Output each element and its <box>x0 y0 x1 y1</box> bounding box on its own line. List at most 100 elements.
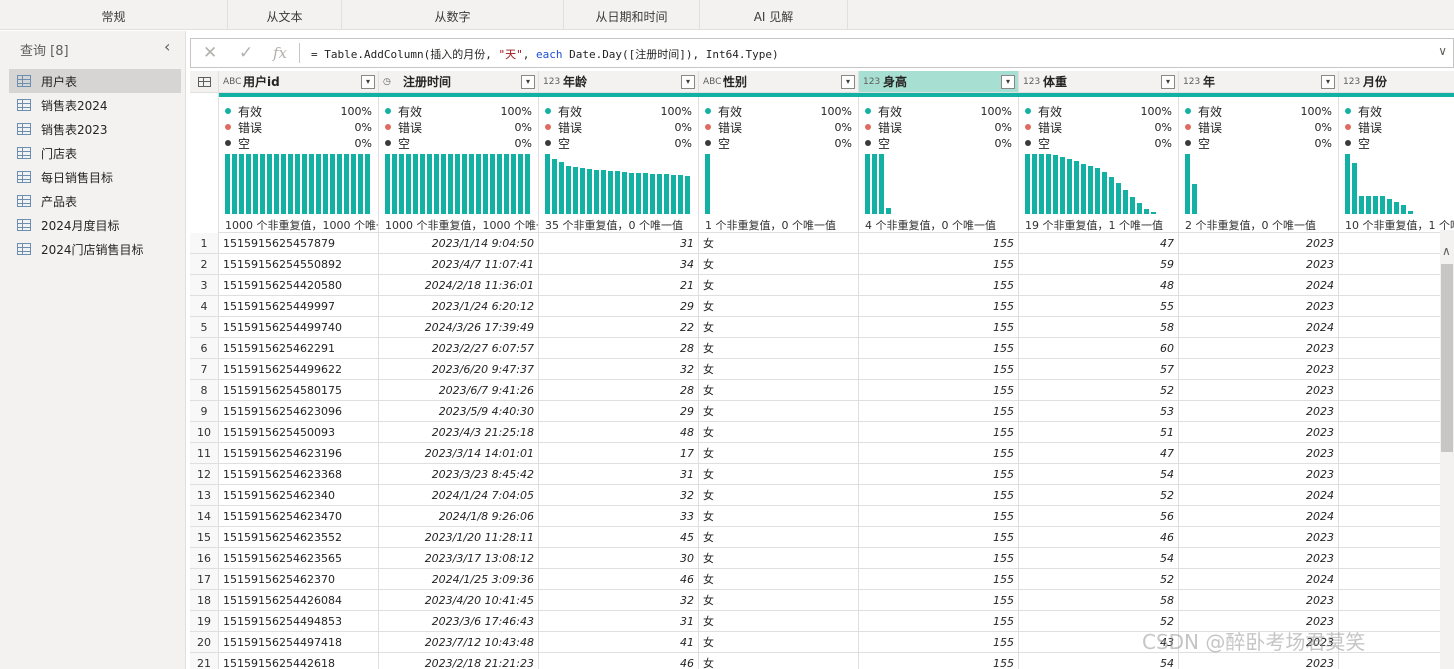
distribution-bar[interactable] <box>518 154 523 214</box>
table-cell[interactable]: 2023 <box>1179 422 1339 443</box>
value-distribution-chart[interactable] <box>1025 151 1175 214</box>
row-number[interactable]: 20 <box>190 632 219 653</box>
distribution-bar[interactable] <box>385 154 390 214</box>
distribution-bar[interactable] <box>1373 196 1378 214</box>
table-cell[interactable] <box>1339 485 1454 506</box>
table-cell[interactable]: 女 <box>699 380 859 401</box>
value-distribution-chart[interactable] <box>1345 151 1454 214</box>
table-cell[interactable]: 2023/3/17 13:08:12 <box>379 548 539 569</box>
distribution-bar[interactable] <box>469 154 474 214</box>
table-cell[interactable]: 2023 <box>1179 443 1339 464</box>
table-cell[interactable] <box>1339 233 1454 254</box>
expand-formula-icon[interactable]: ∨ <box>1438 44 1447 58</box>
distribution-bar[interactable] <box>525 154 530 214</box>
distribution-bar[interactable] <box>1130 197 1135 214</box>
column-filter-dropdown-icon[interactable]: ▾ <box>521 74 535 89</box>
distribution-bar[interactable] <box>1401 205 1406 214</box>
table-cell[interactable] <box>1339 464 1454 485</box>
table-cell[interactable]: 2023/3/14 14:01:01 <box>379 443 539 464</box>
distribution-bar[interactable] <box>1192 184 1197 214</box>
table-cell[interactable]: 女 <box>699 590 859 611</box>
row-number[interactable]: 6 <box>190 338 219 359</box>
distribution-bar[interactable] <box>1345 154 1350 214</box>
table-cell[interactable] <box>1339 254 1454 275</box>
row-number[interactable]: 19 <box>190 611 219 632</box>
column-filter-dropdown-icon[interactable]: ▾ <box>1161 74 1175 89</box>
table-cell[interactable]: 15159156254623196 <box>219 443 379 464</box>
table-row[interactable]: 15 15159156254623552 2023/1/20 11:28:11 45 女… <box>190 527 1454 548</box>
table-cell[interactable]: 28 <box>539 380 699 401</box>
table-cell[interactable]: 46 <box>539 569 699 590</box>
distribution-bar[interactable] <box>260 154 265 214</box>
distribution-bar[interactable] <box>427 154 432 214</box>
distribution-bar[interactable] <box>865 154 870 214</box>
scrollbar-thumb[interactable] <box>1441 264 1453 452</box>
distribution-bar[interactable] <box>246 154 251 214</box>
table-cell[interactable]: 女 <box>699 611 859 632</box>
distribution-bar[interactable] <box>288 154 293 214</box>
distribution-bar[interactable] <box>1081 164 1086 214</box>
table-cell[interactable] <box>1339 548 1454 569</box>
table-cell[interactable]: 女 <box>699 338 859 359</box>
distribution-bar[interactable] <box>601 170 606 214</box>
table-cell[interactable]: 2023/2/27 6:07:57 <box>379 338 539 359</box>
distribution-bar[interactable] <box>511 154 516 214</box>
distribution-bar[interactable] <box>267 154 272 214</box>
table-cell[interactable]: 女 <box>699 632 859 653</box>
table-cell[interactable]: 2023/1/24 6:20:12 <box>379 296 539 317</box>
table-cell[interactable] <box>1339 527 1454 548</box>
table-cell[interactable]: 48 <box>539 422 699 443</box>
table-cell[interactable]: 51 <box>1019 422 1179 443</box>
table-row[interactable]: 3 15159156254420580 2024/2/18 11:36:01 21 女 1… <box>190 275 1454 296</box>
table-cell[interactable]: 52 <box>1019 485 1179 506</box>
distribution-bar[interactable] <box>253 154 258 214</box>
value-distribution-chart[interactable] <box>865 151 1015 214</box>
table-cell[interactable]: 2023 <box>1179 359 1339 380</box>
vertical-scrollbar[interactable]: ∧ <box>1440 230 1454 669</box>
table-cell[interactable]: 15159156254623096 <box>219 401 379 422</box>
query-item[interactable]: 销售表2024 <box>9 93 181 117</box>
table-cell[interactable]: 2024/1/24 7:04:05 <box>379 485 539 506</box>
distribution-bar[interactable] <box>1144 209 1149 214</box>
table-cell[interactable]: 155 <box>859 254 1019 275</box>
distribution-bar[interactable] <box>239 154 244 214</box>
table-cell[interactable]: 155 <box>859 359 1019 380</box>
distribution-bar[interactable] <box>406 154 411 214</box>
distribution-bar[interactable] <box>608 171 613 214</box>
distribution-bar[interactable] <box>420 154 425 214</box>
type-integer-icon[interactable]: 123 <box>1343 77 1361 87</box>
table-cell[interactable]: 1515915625450093 <box>219 422 379 443</box>
table-cell[interactable]: 28 <box>539 338 699 359</box>
table-cell[interactable]: 15159156254499740 <box>219 317 379 338</box>
distribution-bar[interactable] <box>1060 157 1065 214</box>
row-number[interactable]: 7 <box>190 359 219 380</box>
distribution-bar[interactable] <box>1359 196 1364 214</box>
table-cell[interactable]: 57 <box>1019 359 1179 380</box>
table-cell[interactable]: 女 <box>699 275 859 296</box>
table-row[interactable]: 13 1515915625462340 2024/1/24 7:04:05 32 女 15… <box>190 485 1454 506</box>
type-integer-icon[interactable]: 123 <box>863 77 881 87</box>
table-row[interactable]: 11 15159156254623196 2023/3/14 14:01:01 17 女… <box>190 443 1454 464</box>
query-item[interactable]: 用户表 <box>9 69 181 93</box>
table-cell[interactable]: 155 <box>859 443 1019 464</box>
table-cell[interactable]: 47 <box>1019 443 1179 464</box>
table-row[interactable]: 4 1515915625449997 2023/1/24 6:20:12 29 女 155… <box>190 296 1454 317</box>
table-cell[interactable]: 155 <box>859 338 1019 359</box>
table-row[interactable]: 9 15159156254623096 2023/5/9 4:40:30 29 女 155… <box>190 401 1454 422</box>
table-cell[interactable]: 2023/3/23 8:45:42 <box>379 464 539 485</box>
table-cell[interactable]: 2023/6/20 9:47:37 <box>379 359 539 380</box>
value-distribution-chart[interactable] <box>225 151 375 214</box>
row-number[interactable]: 16 <box>190 548 219 569</box>
distribution-bar[interactable] <box>309 154 314 214</box>
table-cell[interactable]: 15159156254420580 <box>219 275 379 296</box>
table-cell[interactable] <box>1339 653 1454 669</box>
table-row[interactable]: 5 15159156254499740 2024/3/26 17:39:49 22 女 1… <box>190 317 1454 338</box>
table-cell[interactable]: 女 <box>699 359 859 380</box>
table-cell[interactable]: 2024 <box>1179 317 1339 338</box>
distribution-bar[interactable] <box>1380 196 1385 214</box>
distribution-bar[interactable] <box>559 162 564 214</box>
column-header[interactable]: ABC 用户id ▾ <box>219 71 379 93</box>
query-item[interactable]: 每日销售目标 <box>9 165 181 189</box>
row-number[interactable]: 14 <box>190 506 219 527</box>
table-cell[interactable]: 1515915625449997 <box>219 296 379 317</box>
